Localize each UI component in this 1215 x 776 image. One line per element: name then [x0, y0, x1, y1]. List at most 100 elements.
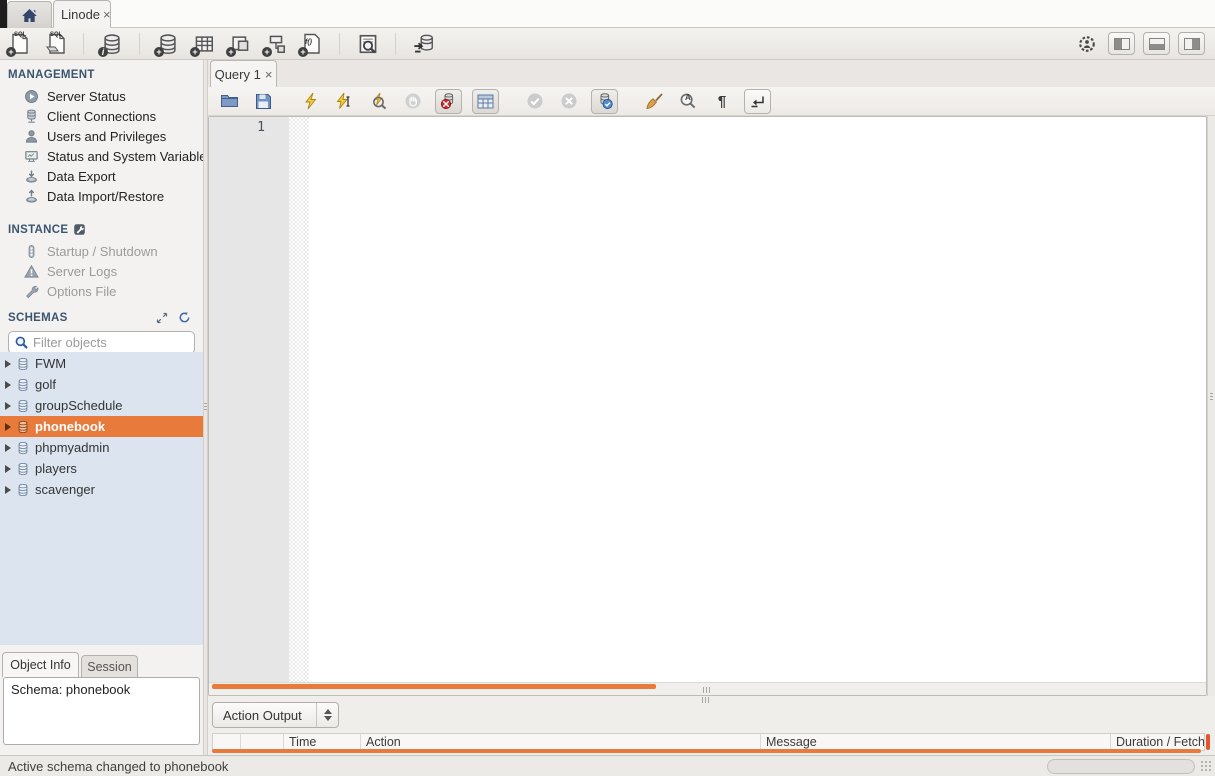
schema-filter-input[interactable]	[33, 335, 203, 350]
schema-icon	[16, 441, 30, 455]
commit-transaction-button[interactable]	[523, 89, 547, 113]
open-script-button[interactable]	[217, 89, 241, 113]
create-view-button[interactable]: +	[226, 31, 253, 57]
sidebar-item-status-system-variables[interactable]: Status and System Variables	[0, 146, 203, 166]
splitter-grip[interactable]	[204, 403, 207, 417]
toggle-right-sidebar-button[interactable]	[1178, 32, 1205, 55]
sidebar-item-users-privileges[interactable]: Users and Privileges	[0, 126, 203, 146]
execute-statements-button[interactable]	[299, 89, 323, 113]
plus-badge-icon: +	[262, 47, 272, 57]
limit-rows-button[interactable]	[472, 89, 499, 114]
schema-inspector-button[interactable]: i	[98, 31, 125, 57]
schema-icon	[16, 420, 30, 434]
toggle-autocommit-button[interactable]	[591, 89, 618, 114]
toggle-word-wrap-button[interactable]	[744, 89, 771, 114]
sidebar-item-server-logs[interactable]: Server Logs	[0, 261, 203, 281]
scrollbar-thumb[interactable]	[212, 684, 656, 689]
output-vertical-scrollbar-thumb[interactable]	[1206, 734, 1210, 750]
schema-icon	[16, 483, 30, 497]
toggle-left-sidebar-button[interactable]	[1108, 32, 1135, 55]
expand-schemas-icon[interactable]	[156, 312, 168, 324]
explain-plan-button[interactable]	[367, 89, 391, 113]
schema-list: FWM golf groupSchedule phonebook phpmyad	[0, 352, 203, 645]
object-info-panel: Schema: phonebook	[0, 677, 203, 755]
save-script-button[interactable]	[251, 89, 275, 113]
schema-row-phonebook[interactable]: phonebook	[0, 416, 203, 437]
connection-tab-bar: Linode ×	[0, 0, 1215, 28]
splitter-grip[interactable]	[1210, 393, 1213, 407]
create-function-button[interactable]: f() +	[298, 31, 325, 57]
server-status-icon	[24, 89, 39, 104]
column-header-duration[interactable]: Duration / Fetch	[1111, 734, 1204, 750]
tab-home[interactable]	[7, 1, 52, 28]
bottom-panel-icon	[1149, 38, 1165, 50]
sql-label: SQL	[14, 32, 26, 38]
expander-icon[interactable]	[5, 360, 11, 368]
column-header-index[interactable]	[241, 734, 284, 750]
schema-row-golf[interactable]: golf	[0, 374, 203, 395]
stop-execution-button[interactable]	[401, 89, 425, 113]
schema-row-players[interactable]: players	[0, 458, 203, 479]
output-horizontal-scrollbar-thumb[interactable]	[212, 749, 1201, 753]
schema-row-fwm[interactable]: FWM	[0, 353, 203, 374]
expander-icon[interactable]	[5, 423, 11, 431]
resize-grip-icon[interactable]	[1200, 760, 1213, 773]
expander-icon[interactable]	[5, 465, 11, 473]
tab-object-info[interactable]: Object Info	[2, 652, 79, 677]
expander-icon[interactable]	[5, 381, 11, 389]
close-tab-icon[interactable]: ×	[103, 8, 111, 21]
beautify-script-button[interactable]	[642, 89, 666, 113]
schema-row-scavenger[interactable]: scavenger	[0, 479, 203, 500]
combo-spinner-icon[interactable]	[316, 703, 338, 727]
tab-connection-linode[interactable]: Linode ×	[53, 0, 111, 28]
sidebar-item-server-status[interactable]: Server Status	[0, 86, 203, 106]
editor-horizontal-scrollbar[interactable]	[209, 682, 1206, 695]
splitter-grip[interactable]	[702, 697, 709, 703]
refresh-schemas-icon[interactable]	[178, 311, 191, 324]
open-sql-script-button[interactable]: SQL	[42, 31, 69, 57]
create-schema-button[interactable]: +	[154, 31, 181, 57]
plus-badge-icon: +	[226, 47, 236, 57]
sql-editor[interactable]: 1	[208, 116, 1207, 696]
editor-margin	[289, 117, 309, 682]
column-header-action[interactable]: Action	[361, 734, 761, 750]
search-table-data-button[interactable]	[354, 31, 381, 57]
section-title-management: MANAGEMENT	[0, 60, 203, 86]
sidebar-item-options-file[interactable]: Options File	[0, 281, 203, 301]
right-panel-strip[interactable]	[1207, 60, 1215, 755]
schema-row-groupschedule[interactable]: groupSchedule	[0, 395, 203, 416]
new-sql-tab-button[interactable]: SQL +	[6, 31, 33, 57]
server-logs-icon	[24, 264, 39, 279]
tab-query-1[interactable]: Query 1 ×	[210, 60, 277, 87]
preferences-icon[interactable]	[1073, 31, 1100, 57]
output-view-selector[interactable]: Action Output	[212, 702, 339, 728]
sidebar-item-startup-shutdown[interactable]: Startup / Shutdown	[0, 241, 203, 261]
connection-tab-label: Linode	[61, 7, 100, 22]
close-tab-icon[interactable]: ×	[265, 68, 273, 81]
sidebar-item-data-export[interactable]: Data Export	[0, 166, 203, 186]
section-title-instance: INSTANCE	[0, 214, 203, 241]
sidebar-item-data-import[interactable]: Data Import/Restore	[0, 186, 203, 206]
column-header-icon[interactable]	[213, 734, 241, 750]
create-procedure-button[interactable]: +	[262, 31, 289, 57]
show-invisibles-button[interactable]: ¶	[710, 89, 734, 113]
column-header-time[interactable]: Time	[284, 734, 361, 750]
sidebar-item-client-connections[interactable]: Client Connections	[0, 106, 203, 126]
expander-icon[interactable]	[5, 444, 11, 452]
expander-icon[interactable]	[5, 486, 11, 494]
rollback-transaction-button[interactable]	[557, 89, 581, 113]
expander-icon[interactable]	[5, 402, 11, 410]
function-label: f()	[305, 39, 312, 46]
column-header-message[interactable]: Message	[761, 734, 1111, 750]
toggle-output-area-button[interactable]	[1143, 32, 1170, 55]
tab-session[interactable]: Session	[81, 655, 138, 677]
reconnect-dbms-button[interactable]	[410, 31, 437, 57]
find-in-script-button[interactable]: A	[676, 89, 700, 113]
info-badge-icon: i	[98, 47, 108, 57]
line-number-gutter: 1	[209, 117, 289, 682]
create-table-button[interactable]: +	[190, 31, 217, 57]
toggle-stop-on-error-button[interactable]	[435, 89, 462, 114]
execute-current-statement-button[interactable]	[333, 89, 357, 113]
splitter-grip[interactable]	[703, 687, 710, 693]
schema-row-phpmyadmin[interactable]: phpmyadmin	[0, 437, 203, 458]
